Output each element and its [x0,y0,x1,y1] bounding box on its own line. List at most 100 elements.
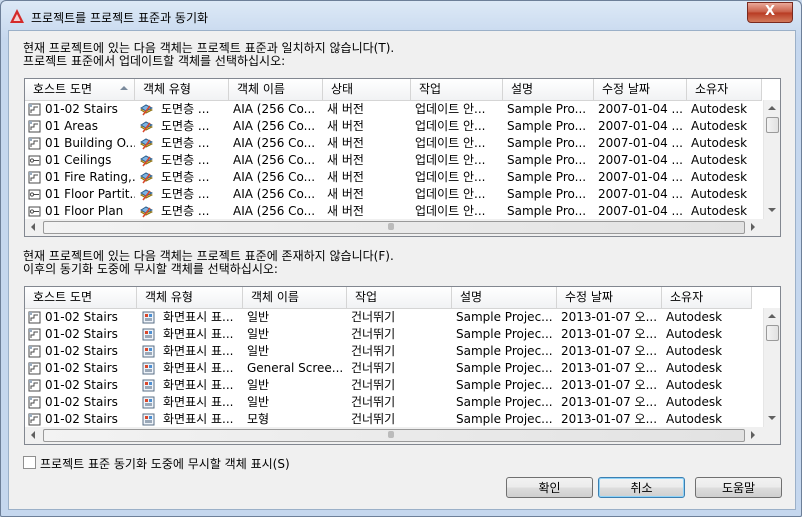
table-cell: 일반 [247,378,270,392]
scroll-down-icon[interactable] [768,416,776,420]
table-row[interactable]: 01 Ceilings 도면층 ... AIA (256 Co... 새 버전 업데이트… [25,152,762,169]
table-cell: Sample Pro... [507,170,587,184]
column-header[interactable]: 호스트 도면 [25,287,137,308]
scroll-right-icon[interactable] [751,431,755,439]
column-header[interactable]: 호스트 도면 [25,79,135,100]
table-cell: Autodesk [691,119,748,133]
table-cell: 모형 [247,412,270,426]
table-row[interactable]: 01-02 Stairs 화면표시 표... 일반 건너뛰기 Sample Projec… [25,343,752,360]
table-cell: 업데이트 안... [415,204,486,218]
table-row[interactable]: 01-02 Stairs 화면표시 표... 일반 건너뛰기 Sample Projec… [25,377,752,394]
table-cell: 01-02 Stairs [45,310,118,324]
table-cell: 새 버전 [327,170,364,184]
vertical-scroll-thumb[interactable] [766,325,779,341]
vertical-scrollbar[interactable] [763,100,780,219]
table-cell: 2007-01-04 ... [598,102,683,116]
layer-type-icon [140,188,154,201]
table-row[interactable]: 01 Building O... 도면층 ... AIA (256 Co... 새 버… [25,135,762,152]
table-cell: Autodesk [691,136,748,150]
help-button[interactable]: 도움말 [695,477,782,498]
column-header[interactable]: 설명 [452,287,557,308]
table-row[interactable]: 01-02 Stairs 화면표시 표... 일반 건너뛰기 Sample Projec… [25,326,752,343]
table-row[interactable]: 01-02 Stairs 화면표시 표... 일반 건너뛰기 Sample Projec… [25,309,752,326]
table-cell: 건너뛰기 [351,327,396,341]
column-header[interactable]: 객체 이름 [243,287,347,308]
table-row[interactable]: 01 Areas 도면층 ... AIA (256 Co... 새 버전 업데이트 안.… [25,118,762,135]
plan-drawing-icon [28,154,41,167]
stair-drawing-icon [28,362,41,375]
table-cell: 2013-01-07 오... [561,344,658,358]
column-header[interactable]: 객체 이름 [229,79,323,100]
table-cell: Sample Projec... [456,327,553,341]
horizontal-scroll-thumb[interactable] [43,221,745,234]
column-header[interactable]: 설명 [503,79,594,100]
title-bar[interactable]: 프로젝트를 프로젝트 표준과 동기화 X [1,1,801,31]
stair-drawing-icon [28,345,41,358]
horizontal-scrollbar[interactable] [25,427,763,444]
table-cell: 새 버전 [327,204,364,218]
autocad-app-icon [10,9,24,23]
table-cell: Sample Pro... [507,119,587,133]
table-cell: 새 버전 [327,119,364,133]
table-cell: 2007-01-04 ... [598,119,683,133]
display-rep-type-icon [142,311,155,324]
scroll-left-icon[interactable] [31,223,35,231]
table-row[interactable]: 01 Floor Plan 도면층 ... AIA (256 Co... 새 버전 업데… [25,203,762,220]
vertical-scrollbar[interactable] [763,308,780,427]
show-ignored-objects-label[interactable]: 프로젝트 표준 동기화 도중에 무시할 객체 표시(S) [40,455,290,472]
column-header[interactable]: 작업 [347,287,452,308]
scroll-up-icon[interactable] [768,106,776,110]
stair-drawing-icon [28,413,41,426]
column-header[interactable]: 객체 유형 [135,79,229,100]
table-row[interactable]: 01 Floor Partit... 도면층 ... AIA (256 Co... 새… [25,186,762,203]
layer-type-icon [140,154,154,167]
table-cell: Sample Projec... [456,412,553,426]
stair-drawing-icon [28,311,41,324]
table-cell: 업데이트 안... [415,119,486,133]
table-cell: AIA (256 Co... [233,119,316,133]
sort-ascending-icon [120,86,128,90]
column-header-row: 호스트 도면 객체 유형 객체 이름 작업 설명 수정 날짜 소유자 [25,287,752,309]
column-header[interactable]: 소유자 [687,79,762,100]
show-ignored-objects-checkbox[interactable] [23,456,36,469]
table-cell: 01 Building O... [45,136,135,150]
horizontal-scrollbar[interactable] [25,219,763,236]
column-header[interactable]: 소유자 [662,287,752,308]
table-cell: 01-02 Stairs [45,395,118,409]
table-cell: 2013-01-07 오... [561,395,658,409]
display-rep-type-icon [142,328,155,341]
column-header[interactable]: 상태 [323,79,411,100]
table-row[interactable]: 01-02 Stairs 화면표시 표... 모형 건너뛰기 Sample Projec… [25,411,752,428]
table-row[interactable]: 01-02 Stairs 도면층 ... AIA (256 Co... 새 버전 업데이… [25,101,762,118]
column-header[interactable]: 작업 [411,79,503,100]
scroll-down-icon[interactable] [768,208,776,212]
stair-drawing-icon [28,137,41,150]
ok-button[interactable]: 확인 [506,477,593,498]
table-cell: 01 Floor Plan [45,204,124,218]
close-button[interactable]: X [747,2,793,23]
scroll-left-icon[interactable] [31,431,35,439]
column-header[interactable]: 수정 날짜 [594,79,687,100]
display-rep-type-icon [142,413,155,426]
cancel-button[interactable]: 취소 [598,477,685,498]
missing-objects-list[interactable]: 호스트 도면 객체 유형 객체 이름 작업 설명 수정 날짜 소유자 01-02 Stairs… [24,286,781,445]
table-cell: Autodesk [691,153,748,167]
table-row[interactable]: 01-02 Stairs 화면표시 표... General Scree... 건너뛰… [25,360,752,377]
scroll-right-icon[interactable] [751,223,755,231]
table-cell: 01-02 Stairs [45,361,118,375]
scroll-up-icon[interactable] [768,314,776,318]
table-cell: Sample Pro... [507,204,587,218]
close-icon: X [764,4,776,19]
column-header[interactable]: 객체 유형 [137,287,243,308]
table-cell: 건너뛰기 [351,310,396,324]
mismatched-objects-list[interactable]: 호스트 도면 객체 유형 객체 이름 상태 작업 설명 수정 날짜 소유자 01-02 Stai… [24,78,781,237]
horizontal-scroll-thumb[interactable] [43,429,745,442]
vertical-scroll-thumb[interactable] [766,117,779,133]
table-cell: 새 버전 [327,102,364,116]
table-cell: Sample Projec... [456,395,553,409]
table-row[interactable]: 01 Fire Rating,... 도면층 ... AIA (256 Co... 새… [25,169,762,186]
plan-drawing-icon [28,205,41,218]
column-header[interactable]: 수정 날짜 [557,287,662,308]
table-row[interactable]: 01-02 Stairs 화면표시 표... 일반 건너뛰기 Sample Projec… [25,394,752,411]
table-cell: 01 Areas [45,119,98,133]
